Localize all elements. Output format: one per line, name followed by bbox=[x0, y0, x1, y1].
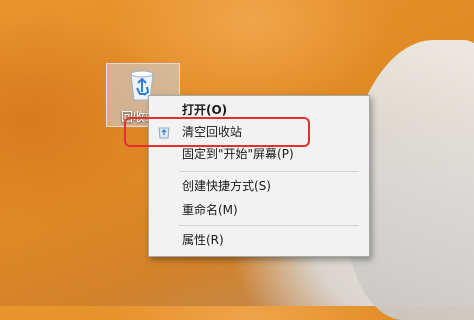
menu-separator bbox=[179, 225, 359, 226]
highlight-box bbox=[124, 117, 310, 147]
menu-item-rename[interactable]: 重命名(M) bbox=[149, 199, 369, 221]
menu-item-properties[interactable]: 属性(R) bbox=[149, 229, 369, 251]
menu-separator bbox=[179, 171, 359, 172]
menu-item-create-shortcut[interactable]: 创建快捷方式(S) bbox=[149, 175, 369, 197]
